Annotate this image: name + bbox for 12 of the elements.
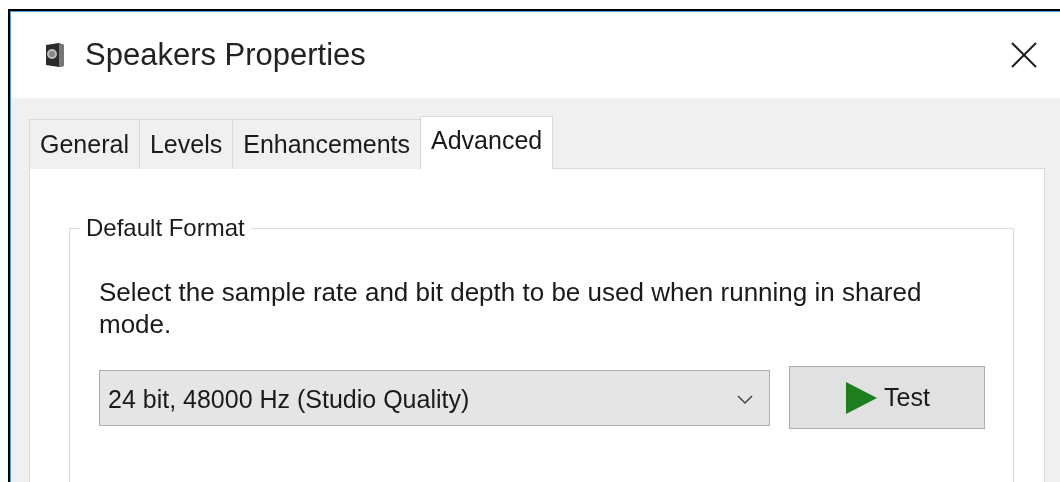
close-icon [1011,42,1037,68]
tab[interactable]: General [29,119,140,169]
tab[interactable]: Levels [138,119,234,169]
window-title: Speakers Properties [85,37,367,73]
tab[interactable]: Advanced [420,116,554,169]
description-text: Select the sample rate and bit depth to be used when running in shared mode. [99,276,923,340]
play-icon [844,380,879,415]
test-button[interactable]: Test [789,366,985,429]
tab[interactable]: Enhancements [232,119,421,169]
speaker-icon [43,42,65,68]
chevron-icon [737,394,753,405]
format-dropdown[interactable]: 24 bit, 48000 Hz (Studio Quality) [99,369,770,426]
